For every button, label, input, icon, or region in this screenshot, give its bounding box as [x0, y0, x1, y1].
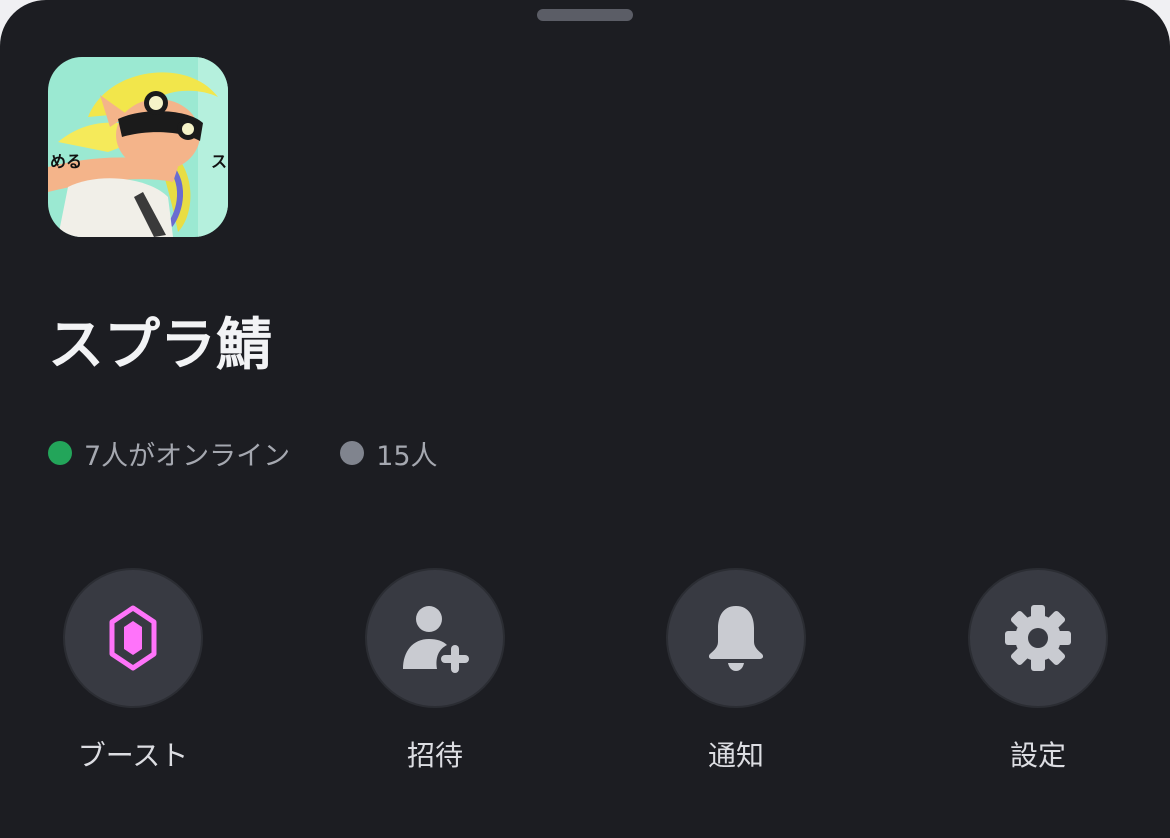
online-status-dot: [48, 441, 72, 465]
online-count: 7人がオンライン: [48, 434, 290, 473]
invite-button-label: 招待: [406, 739, 463, 772]
member-status-dot: [340, 441, 365, 465]
settings-button-circle[interactable]: [968, 568, 1108, 708]
gear-icon: [1005, 605, 1071, 671]
boost-button-label: ブースト: [77, 739, 189, 772]
add-user-icon: [403, 606, 469, 673]
invite-button[interactable]: 招待: [325, 568, 545, 788]
boost-button-circle[interactable]: [63, 568, 203, 708]
notifications-button-circle[interactable]: [666, 568, 806, 708]
invite-button-circle[interactable]: [365, 568, 505, 708]
boost-gem-icon: [109, 605, 157, 671]
settings-button[interactable]: 設定: [928, 568, 1148, 788]
notifications-button[interactable]: 通知: [626, 568, 846, 788]
online-count-text: 7人がオンライン: [84, 440, 291, 472]
icon-caption-left: める: [50, 152, 82, 171]
member-count: 15人: [340, 434, 438, 473]
icon-caption-right: ス: [211, 152, 227, 171]
server-name: スプラ鯖: [48, 313, 272, 378]
server-bottom-sheet: める ス スプラ鯖 7人がオンライン 15人 ブースト 招待 通知 設定: [0, 0, 1170, 838]
server-stats: 7人がオンライン 15人: [48, 430, 438, 476]
settings-button-label: 設定: [1009, 739, 1066, 772]
boost-button[interactable]: ブースト: [23, 568, 243, 788]
member-count-text: 15人: [376, 440, 438, 472]
notifications-button-label: 通知: [707, 739, 764, 772]
server-icon: める ス: [48, 57, 228, 237]
drag-handle[interactable]: [537, 9, 633, 21]
bell-icon: [708, 606, 764, 671]
